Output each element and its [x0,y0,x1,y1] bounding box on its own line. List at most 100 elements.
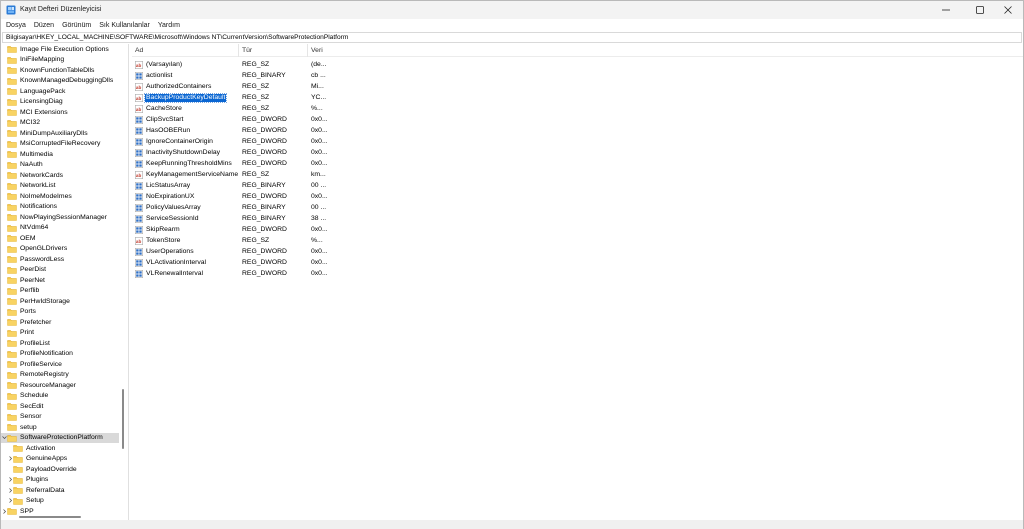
folder-icon [7,56,17,64]
tree-item[interactable]: SoftwareProtectionPlatform [1,432,119,443]
tree-item[interactable]: MCI Extensions [1,107,119,118]
tree-item[interactable]: OEM [1,233,119,244]
value-data: YC... [311,93,327,101]
value-row[interactable]: IgnoreContainerOrigin REG_DWORD 0x0... [132,136,1023,147]
value-data: 0x0... [311,258,328,266]
tree-item[interactable]: NetworkList [1,181,119,192]
tree-item[interactable]: LicensingDiag [1,97,119,108]
tree-item[interactable]: Sensor [1,412,119,423]
menu-edit[interactable]: Düzen [30,19,58,32]
value-row[interactable]: actionlist REG_BINARY cb ... [132,70,1023,81]
svg-text:ab: ab [136,107,142,112]
value-row[interactable]: HasOOBERun REG_DWORD 0x0... [132,125,1023,136]
value-row[interactable]: ab AuthorizedContainers REG_SZ Mi... [132,81,1023,92]
column-header-type[interactable]: Tür [239,44,308,57]
value-row[interactable]: ab TokenStore REG_SZ%... [132,235,1023,246]
tree-item[interactable]: SecEdit [1,401,119,412]
tree-item[interactable]: PeerNet [1,275,119,286]
tree-item[interactable]: ProfileNotification [1,349,119,360]
value-row[interactable]: ab BackupProductKeyDefault REG_SZ YC... [132,92,1023,103]
tree-horizontal-scroll-thumb[interactable] [19,516,81,518]
value-row[interactable]: VLRenewalInterval REG_DWORD 0x0... [132,268,1023,279]
folder-icon [7,66,17,74]
tree-item[interactable]: Prefetcher [1,317,119,328]
tree-item[interactable]: PerHwIdStorage [1,296,119,307]
value-row[interactable]: InactivityShutdownDelay REG_DWORD 0x0... [132,147,1023,158]
folder-icon [7,203,17,211]
value-type: REG_DWORD [242,137,287,145]
tree-item[interactable]: MiniDumpAuxiliaryDlls [1,128,119,139]
value-type: REG_SZ [242,60,270,68]
tree-item[interactable]: LanguagePack [1,86,119,97]
title-bar[interactable]: Kayıt Defteri Düzenleyicisi [1,1,1023,19]
tree-item[interactable]: Image File Execution Options [1,44,119,55]
tree-item[interactable]: setup [1,422,119,433]
tree-item[interactable]: IniFileMapping [1,55,119,66]
tree-item[interactable]: Print [1,328,119,339]
value-type: REG_BINARY [242,214,286,222]
menu-file[interactable]: Dosya [1,19,30,32]
value-row[interactable]: PolicyValuesArray REG_BINARY 00 ... [132,202,1023,213]
value-data: %... [311,236,323,244]
string-value-icon: ab [135,82,143,91]
value-name: NoExpirationUX [146,192,195,200]
value-row[interactable]: ab CacheStore REG_SZ%... [132,103,1023,114]
tree-item[interactable]: OpenGLDrivers [1,244,119,255]
value-row[interactable]: VLActivationInterval REG_DWORD 0x0... [132,257,1023,268]
tree-item[interactable]: PayloadOverride [1,464,119,475]
svg-text:ab: ab [136,96,142,101]
tree-item[interactable]: NoImeModeImes [1,191,119,202]
menu-favorites[interactable]: Sık Kullanılanlar [95,19,154,32]
menu-view[interactable]: Görünüm [58,19,95,32]
binary-value-icon [135,269,143,278]
value-data: cb ... [311,71,326,79]
value-name: IgnoreContainerOrigin [146,137,213,145]
value-row[interactable]: ab KeyManagementServiceName REG_SZ km... [132,169,1023,180]
tree-item[interactable]: Plugins [1,475,119,486]
tree-item-label: SoftwareProtectionPlatform [20,434,103,442]
status-bar [1,520,1023,529]
tree-item[interactable]: NetworkCards [1,170,119,181]
tree-item[interactable]: ReferralData [1,485,119,496]
tree-item[interactable]: NaAuth [1,160,119,171]
tree-item[interactable]: NtVdm64 [1,223,119,234]
value-row[interactable]: KeepRunningThresholdMins REG_DWORD 0x0... [132,158,1023,169]
value-row[interactable]: ServiceSessionId REG_BINARY 38 ... [132,213,1023,224]
value-row[interactable]: ClipSvcStart REG_DWORD 0x0... [132,114,1023,125]
tree-item[interactable]: Multimedia [1,149,119,160]
value-row[interactable]: LicStatusArray REG_BINARY 00 ... [132,180,1023,191]
tree-item[interactable]: PasswordLess [1,254,119,265]
menu-help[interactable]: Yardım [154,19,184,32]
tree-item[interactable]: RemoteRegistry [1,370,119,381]
tree-item[interactable]: Setup [1,496,119,507]
value-row[interactable]: UserOperations REG_DWORD 0x0... [132,246,1023,257]
string-value-icon: ab [135,170,143,179]
tree-item[interactable]: PeerDist [1,265,119,276]
value-row[interactable]: ab (Varsayılan) REG_SZ (de... [132,59,1023,70]
tree-item[interactable]: GenuineApps [1,454,119,465]
tree-item[interactable]: Activation [1,443,119,454]
tree-item[interactable]: NowPlayingSessionManager [1,212,119,223]
value-row[interactable]: NoExpirationUX REG_DWORD 0x0... [132,191,1023,202]
tree-item[interactable]: Schedule [1,391,119,402]
tree-item[interactable]: ProfileList [1,338,119,349]
tree-item[interactable]: Ports [1,307,119,318]
minimize-button[interactable] [929,1,963,19]
address-bar[interactable]: Bilgisayar\HKEY_LOCAL_MACHINE\SOFTWARE\M… [2,32,1022,43]
tree-item[interactable]: KnownFunctionTableDlls [1,65,119,76]
column-header-name[interactable]: Ad [132,44,239,57]
close-button[interactable] [991,1,1024,19]
tree-item[interactable]: Notifications [1,202,119,213]
tree-item[interactable]: Perflib [1,286,119,297]
tree-item[interactable]: ProfileService [1,359,119,370]
tree-vertical-scrollbar[interactable] [119,44,128,520]
folder-icon [7,182,17,190]
value-row[interactable]: SkipRearm REG_DWORD 0x0... [132,224,1023,235]
value-name: (Varsayılan) [146,60,183,68]
tree-item[interactable]: MsiCorruptedFileRecovery [1,139,119,150]
tree-vertical-scroll-thumb[interactable] [122,389,124,449]
tree-item[interactable]: MCI32 [1,118,119,129]
tree-item[interactable]: ResourceManager [1,380,119,391]
tree-item[interactable]: KnownManagedDebuggingDlls [1,76,119,87]
column-header-data[interactable]: Veri [308,44,338,57]
